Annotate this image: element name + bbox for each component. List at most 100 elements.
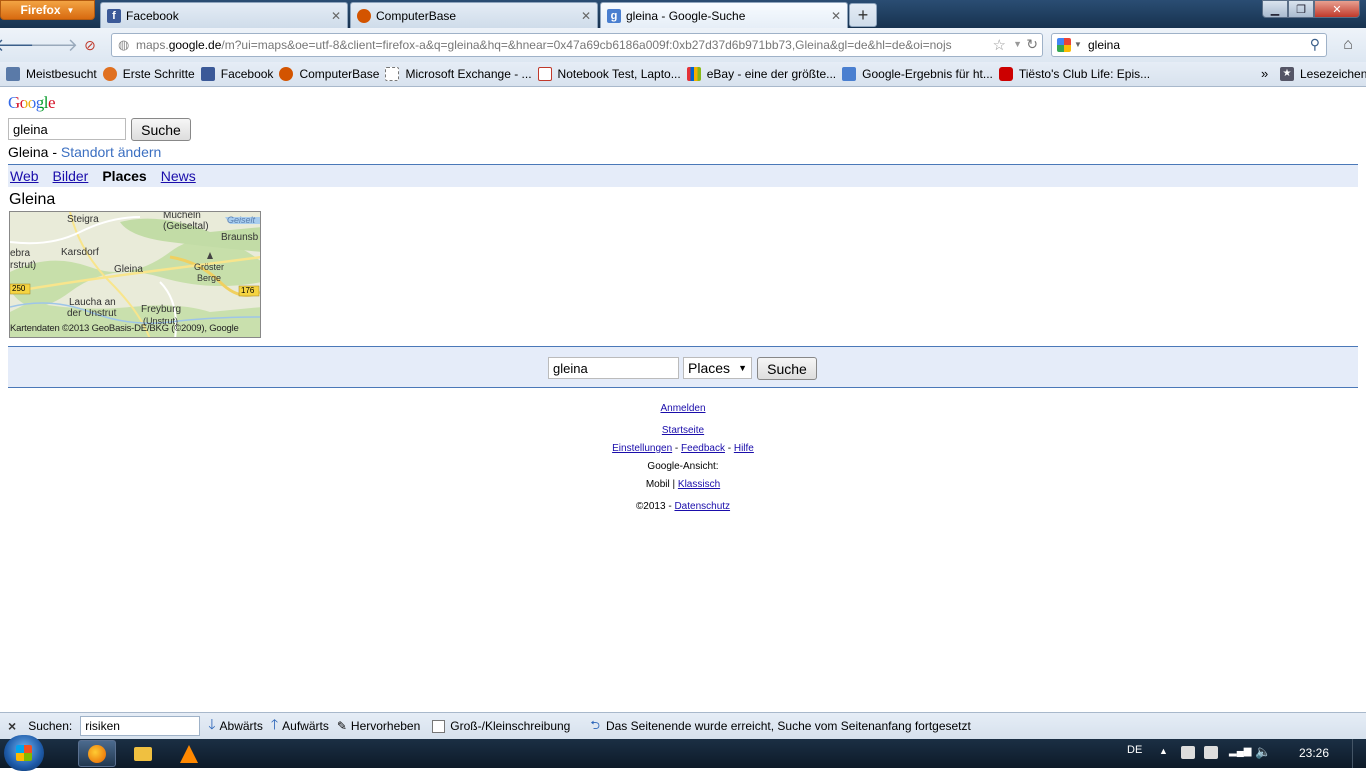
tab-web[interactable]: Web [10,168,39,184]
taskbar-firefox[interactable] [78,740,116,767]
startseite-link[interactable]: Startseite [662,425,704,436]
tray-expand-icon[interactable]: ▲ [1159,746,1168,756]
tab-bilder[interactable]: Bilder [53,168,89,184]
search-engine-value: gleina [1088,38,1121,52]
search-input[interactable] [8,118,126,140]
bookmark-notebook-test[interactable]: Notebook Test, Lapto... [537,67,681,81]
google-logo[interactable]: Google [8,93,56,113]
firefox-menu-button[interactable]: Firefox ▼ [0,0,95,20]
url-rest: /m?ui=maps&oe=utf-8&client=firefox-a&q=g… [221,38,952,52]
find-next-label: Abwärts [219,719,263,733]
bookmarks-overflow-button[interactable]: » [1261,66,1268,81]
bookmarks-menu-button[interactable]: ★ Lesezeichen [1280,67,1366,81]
power-icon[interactable] [1204,746,1218,759]
page-content: Google Suche Gleina - Standort ändern We… [0,88,1366,712]
tab-google-search[interactable]: g gleina - Google-Suche ✕ [600,2,848,28]
window-close-button[interactable]: ✕ [1314,0,1360,18]
close-icon[interactable]: ✕ [831,9,841,23]
tab-computerbase[interactable]: ComputerBase ✕ [350,2,598,28]
bookmark-facebook[interactable]: Facebook [200,67,273,81]
network-signal-icon[interactable]: ▂▄▆ [1229,746,1251,757]
action-center-icon[interactable] [1181,746,1195,759]
match-case-checkbox[interactable]: Groß-/Kleinschreibung [432,719,570,733]
firefox-icon [88,744,106,763]
bottom-search-input[interactable] [548,357,679,379]
bookmark-label: Erste Schritte [122,67,195,81]
windows-taskbar: DE ▲ ▂▄▆ 🔈 23:26 [0,735,1366,771]
bookmark-computerbase[interactable]: ComputerBase [279,67,379,81]
forward-button[interactable]: 🡒 [30,34,78,56]
map-thumbnail[interactable]: Steigra Mücheln (Geiseltal) Geiselt Brau… [9,211,261,338]
search-icon[interactable]: ⚲ [1310,36,1320,53]
new-tab-button[interactable]: + [849,3,877,27]
footer-copyright: ©2013 - [635,501,675,512]
navigation-bar: 🡐 🡒 ⊘ ◍ maps. google.de/m?ui=maps&oe=utf-… [0,28,1366,62]
volume-icon[interactable]: 🔈 [1255,744,1271,760]
find-input[interactable] [80,716,201,736]
find-previous-button[interactable]: 🡑 Aufwärts [271,714,329,738]
facebook-icon [200,67,215,81]
map-label: Mücheln (Geiseltal) [163,211,209,232]
globe-icon: ◍ [118,37,130,52]
footer-pipe: | [669,479,678,490]
datenschutz-link[interactable]: Datenschutz [674,501,730,512]
bookmark-erste-schritte[interactable]: Erste Schritte [102,67,195,81]
bookmark-tiesto[interactable]: Tiësto's Club Life: Epis... [998,67,1151,81]
map-label: der Unstrut [67,308,117,319]
bottom-search-button[interactable]: Suche [757,357,817,380]
map-label: rstrut) [10,260,37,271]
tab-news[interactable]: News [161,168,196,184]
taskbar-explorer[interactable] [124,740,162,767]
search-engine-box[interactable]: ▼ gleina ⚲ [1051,33,1327,57]
bookmark-google-ergebnis[interactable]: Google-Ergebnis für ht... [842,67,993,81]
hilfe-link[interactable]: Hilfe [734,443,754,454]
change-location-link[interactable]: Standort ändern [61,144,161,160]
back-button[interactable]: 🡐 [0,34,42,56]
bottom-search-divider-bottom [8,387,1358,388]
start-button[interactable] [4,735,44,771]
bookmark-star-icon[interactable]: ☆ [993,36,1006,54]
language-indicator[interactable]: DE [1127,744,1142,756]
bookmark-meistbesucht[interactable]: Meistbesucht [6,67,97,81]
bookmark-microsoft-exchange[interactable]: Microsoft Exchange - ... [385,67,532,81]
youtube-icon [998,67,1013,81]
find-close-button[interactable]: × [8,718,16,734]
clock[interactable]: 23:26 [1299,746,1329,760]
bookmark-label: eBay - eine der größte... [706,67,837,81]
logo-text: Google [8,93,56,112]
close-icon[interactable]: ✕ [331,9,341,23]
computerbase-icon [279,67,294,81]
home-icon[interactable]: ⌂ [1337,34,1359,56]
bookmark-label: Meistbesucht [26,67,97,81]
maximize-button[interactable]: ❐ [1288,0,1314,18]
google-engine-icon[interactable] [1057,38,1071,52]
search-type-select[interactable]: Places ▼ [683,357,752,379]
bookmark-label: Tiësto's Club Life: Epis... [1018,67,1151,81]
history-dropdown-icon[interactable]: ▼ [1013,39,1022,49]
map-label: Geiselt [227,215,256,225]
einstellungen-link[interactable]: Einstellungen [612,443,672,454]
search-type-value: Places [688,360,731,376]
taskbar-vlc[interactable] [170,740,208,767]
minimize-button[interactable]: ▁ [1262,0,1288,18]
bookmark-label: Microsoft Exchange - ... [405,67,532,81]
anmelden-link[interactable]: Anmelden [660,403,705,414]
url-prefix: maps. [136,38,169,52]
stop-icon[interactable]: ⊘ [79,34,101,56]
close-icon[interactable]: ✕ [581,9,591,23]
show-desktop-button[interactable] [1352,739,1366,768]
reload-icon[interactable]: ↻ [1026,36,1038,53]
find-next-button[interactable]: 🡓 Abwärts [208,714,263,738]
klassisch-link[interactable]: Klassisch [678,479,720,490]
highlight-all-button[interactable]: ✎ Hervorheben [337,719,420,733]
map-label: Karsdorf [61,247,99,258]
search-button[interactable]: Suche [131,118,191,141]
wrap-icon: ⮌ [590,717,600,732]
bookmark-ebay[interactable]: eBay - eine der größte... [686,67,837,81]
tab-facebook[interactable]: f Facebook ✕ [100,2,348,28]
url-bar[interactable]: ◍ maps. google.de/m?ui=maps&oe=utf-8&clie… [111,33,1043,57]
windows-logo-icon [16,745,32,761]
feedback-link[interactable]: Feedback [681,443,725,454]
google-view-label: Google-Ansicht: [647,461,719,472]
bookmarks-menu-label: Lesezeichen [1300,67,1366,81]
